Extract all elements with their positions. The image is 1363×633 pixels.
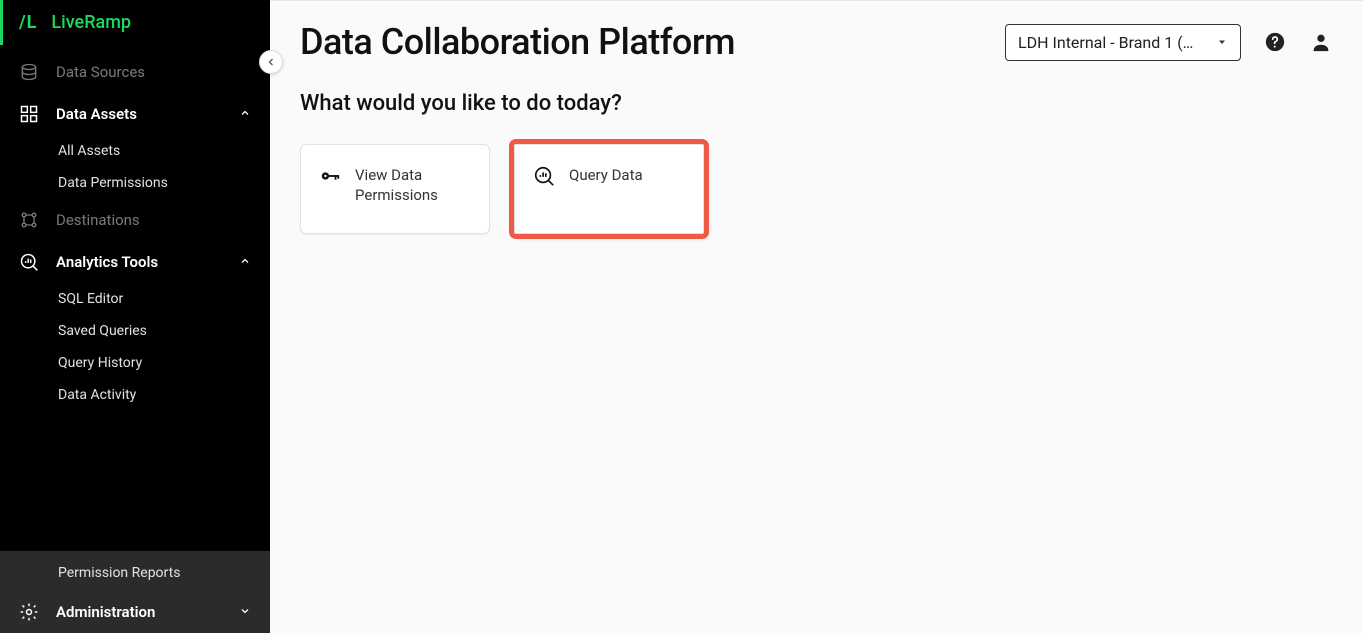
sidebar-item-data-assets[interactable]: Data Assets [0, 93, 270, 135]
sidebar-item-permission-reports[interactable]: Permission Reports [58, 557, 270, 589]
gear-icon [18, 601, 40, 623]
org-selected-label: LDH Internal - Brand 1 (st… [1018, 33, 1198, 52]
account-icon[interactable] [1309, 30, 1333, 54]
sidebar-label-data-sources: Data Sources [56, 63, 254, 81]
grid-icon [18, 103, 40, 125]
brand-logo-icon: /L [19, 12, 37, 33]
sidebar-collapse-button[interactable] [259, 50, 283, 74]
sidebar-nav: Data Sources Data Assets All Assets Data… [0, 45, 270, 551]
caret-down-icon [1216, 33, 1228, 52]
main-header: Data Collaboration Platform LDH Internal… [270, 1, 1363, 71]
sidebar-item-data-activity[interactable]: Data Activity [58, 379, 270, 411]
chevron-up-icon [236, 253, 254, 271]
database-icon [18, 61, 40, 83]
sidebar-item-data-permissions[interactable]: Data Permissions [58, 167, 270, 199]
card-query-data[interactable]: Query Data [514, 144, 704, 234]
sidebar-label-data-assets: Data Assets [56, 105, 220, 123]
sidebar-item-destinations[interactable]: Destinations [0, 199, 270, 241]
sidebar-subnav-data-assets: All Assets Data Permissions [0, 135, 270, 199]
card-label: Query Data [569, 165, 643, 185]
card-label: View Data Permissions [355, 165, 473, 206]
sidebar-item-query-history[interactable]: Query History [58, 347, 270, 379]
brand-name: LiveRamp [51, 12, 131, 33]
analytics-search-icon [533, 165, 555, 187]
page-title: Data Collaboration Platform [300, 21, 735, 63]
sidebar-item-data-sources[interactable]: Data Sources [0, 51, 270, 93]
sidebar-item-analytics-tools[interactable]: Analytics Tools [0, 241, 270, 283]
sidebar-item-sql-editor[interactable]: SQL Editor [58, 283, 270, 315]
analytics-icon [18, 251, 40, 273]
card-view-data-permissions[interactable]: View Data Permissions [300, 144, 490, 234]
header-right: LDH Internal - Brand 1 (st… [1005, 24, 1333, 61]
chevron-down-icon [236, 603, 254, 621]
sidebar-label-analytics-tools: Analytics Tools [56, 253, 220, 271]
sidebar-label-administration: Administration [56, 603, 220, 621]
action-cards: View Data Permissions Query Data [270, 126, 1363, 252]
help-icon[interactable] [1263, 30, 1287, 54]
org-selector[interactable]: LDH Internal - Brand 1 (st… [1005, 24, 1241, 61]
chevron-up-icon [236, 105, 254, 123]
sidebar-item-all-assets[interactable]: All Assets [58, 135, 270, 167]
sidebar: /L LiveRamp Data Sources Data Assets All… [0, 0, 270, 633]
sidebar-label-destinations: Destinations [56, 211, 254, 229]
network-icon [18, 209, 40, 231]
key-icon [319, 165, 341, 187]
brand[interactable]: /L LiveRamp [0, 0, 270, 45]
sidebar-item-administration[interactable]: Administration [0, 591, 270, 633]
sidebar-subnav-analytics-tools: SQL Editor Saved Queries Query History D… [0, 283, 270, 411]
sidebar-item-saved-queries[interactable]: Saved Queries [58, 315, 270, 347]
main-content: Data Collaboration Platform LDH Internal… [270, 0, 1363, 633]
sidebar-bottom: Permission Reports Administration [0, 551, 270, 633]
main-prompt: What would you like to do today? [270, 71, 1363, 126]
